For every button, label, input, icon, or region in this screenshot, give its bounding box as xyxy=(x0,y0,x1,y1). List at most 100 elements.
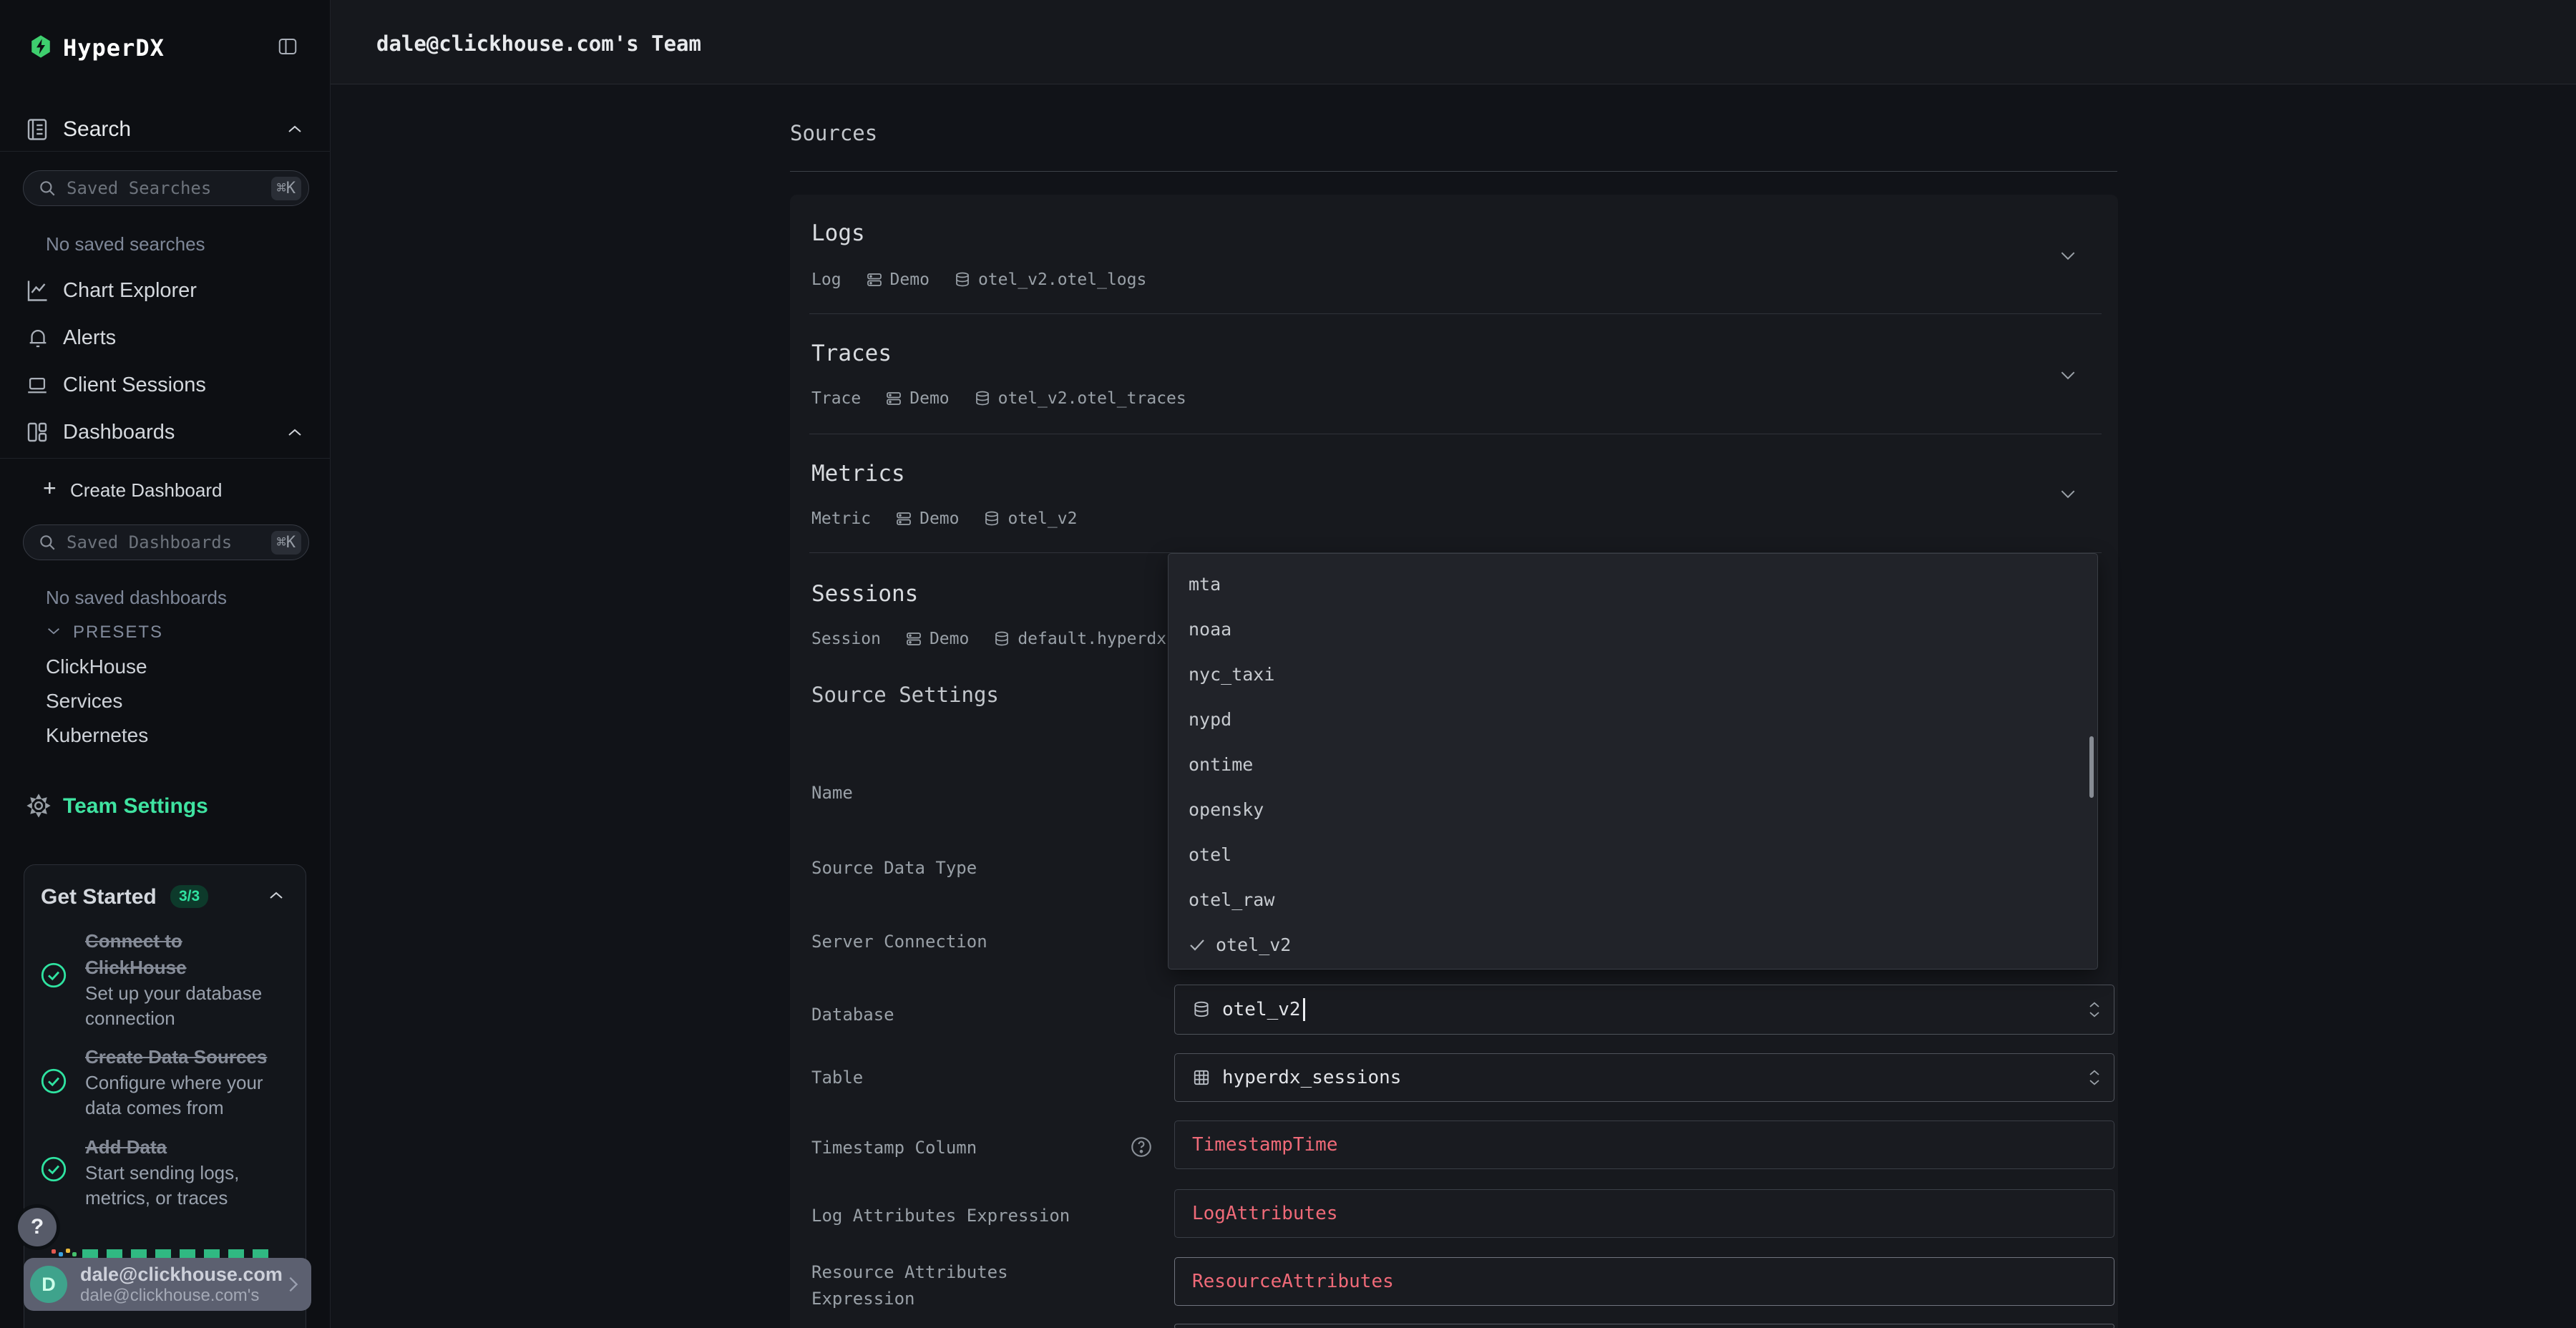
database-icon xyxy=(983,510,1000,527)
onboarding-step[interactable]: Add Data Start sending logs, metrics, or… xyxy=(85,1134,293,1211)
table-label: Table xyxy=(811,1065,1112,1091)
dropdown-option-otel[interactable]: otel xyxy=(1189,841,2069,868)
sidebar-item-client-sessions[interactable]: Client Sessions xyxy=(63,374,206,397)
sidebar-item-team-settings[interactable]: Team Settings xyxy=(63,794,208,819)
timestamp-column-input[interactable]: TimestampTime xyxy=(1174,1120,2114,1169)
connection-chip: Demo xyxy=(895,509,959,528)
no-saved-dashboards-note: No saved dashboards xyxy=(46,587,227,609)
source-meta-row: Metric Demo otel_v2 xyxy=(811,505,1093,532)
alerts-bell-icon xyxy=(26,325,50,351)
expand-logs-chevron-down-icon[interactable] xyxy=(2055,243,2081,268)
search-section-icon xyxy=(24,116,50,143)
log-attributes-expression-input[interactable]: LogAttributes xyxy=(1174,1189,2114,1238)
dropdown-option-ontime[interactable]: ontime xyxy=(1189,751,2069,778)
source-row-title: Metrics xyxy=(811,461,905,487)
dropdown-option-nyc-taxi[interactable]: nyc_taxi xyxy=(1189,660,2069,688)
dropdown-option-opensky[interactable]: opensky xyxy=(1189,796,2069,823)
chart-explorer-icon xyxy=(24,278,50,303)
database-select[interactable]: otel_v2 xyxy=(1174,985,2114,1035)
shortcut-badge: ⌘K xyxy=(271,531,302,555)
resource-attributes-expression-label: Resource Attributes Expression xyxy=(811,1259,1112,1312)
onboarding-step[interactable]: Create Data Sources Configure where your… xyxy=(85,1044,293,1120)
database-icon xyxy=(954,271,971,288)
sidebar-item-clickhouse[interactable]: ClickHouse xyxy=(46,655,147,678)
source-meta-row: Trace Demo otel_v2.otel_traces xyxy=(811,385,1202,412)
expand-metrics-chevron-down-icon[interactable] xyxy=(2055,481,2081,507)
dropdown-option-otel-v2-selected[interactable]: otel_v2 xyxy=(1189,931,2069,958)
source-settings-title: Source Settings xyxy=(811,683,999,707)
step-title: Add Data xyxy=(85,1134,293,1161)
plus-icon: + xyxy=(43,475,57,502)
sidebar-item-dashboards[interactable]: Dashboards xyxy=(63,421,175,444)
database-dropdown: mta noaa nyc_taxi nypd ontime opensky ot… xyxy=(1168,553,2098,970)
connection-chip: Demo xyxy=(885,389,949,408)
help-circle-icon[interactable] xyxy=(1129,1135,1153,1159)
dropdown-option-noaa[interactable]: noaa xyxy=(1189,615,2069,643)
client-sessions-laptop-icon xyxy=(24,374,50,398)
avatar-initial: D xyxy=(42,1274,56,1296)
table-select[interactable]: hyperdx_sessions xyxy=(1174,1053,2114,1102)
dropdown-option-otel-raw[interactable]: otel_raw xyxy=(1189,886,2069,913)
dropdown-scrollbar[interactable] xyxy=(2089,736,2094,798)
source-meta-row: Session Demo default.hyperdx_s xyxy=(811,625,1166,653)
step-title: Create Data Sources xyxy=(85,1044,293,1070)
database-value: otel_v2 xyxy=(1222,999,1301,1020)
dashboards-collapse-chevron-up-icon[interactable] xyxy=(286,426,303,438)
divider xyxy=(0,151,331,152)
saved-searches-input[interactable]: Saved Searches ⌘K xyxy=(23,170,309,206)
avatar: D xyxy=(30,1266,67,1303)
saved-searches-placeholder: Saved Searches xyxy=(67,178,271,198)
dropdown-option-mta[interactable]: mta xyxy=(1189,570,2069,597)
resource-attributes-expression-input[interactable]: ResourceAttributes xyxy=(1174,1257,2114,1306)
connection-name: Demo xyxy=(890,270,930,289)
sidebar-item-services[interactable]: Services xyxy=(46,690,122,713)
onboarding-step[interactable]: Connect to ClickHouse Set up your databa… xyxy=(85,928,278,1031)
main-content: Sources Logs Log Demo otel_v2.otel_logs xyxy=(331,85,2576,1328)
select-stepper-icon[interactable] xyxy=(2088,1001,2101,1019)
sidebar-item-search[interactable]: Search xyxy=(63,117,131,142)
table-chip: otel_v2.otel_traces xyxy=(974,389,1186,408)
confetti-promo-fragment xyxy=(50,1246,293,1258)
source-kind: Metric xyxy=(811,509,871,528)
help-button[interactable]: ? xyxy=(18,1208,57,1246)
database-label: Database xyxy=(811,1002,1112,1028)
hyperdx-app: HyperDX Search Saved Searches ⌘K No save… xyxy=(0,0,2576,1328)
check-circle-icon xyxy=(39,1154,69,1184)
user-email: dale@clickhouse.com xyxy=(80,1263,287,1286)
timestamp-column-value: TimestampTime xyxy=(1192,1134,1338,1156)
get-started-progress-badge: 3/3 xyxy=(170,885,208,908)
server-connection-label: Server Connection xyxy=(811,929,1112,955)
connection-name: Demo xyxy=(930,630,969,648)
expand-traces-chevron-down-icon[interactable] xyxy=(2055,362,2081,388)
presets-chevron-down-icon[interactable] xyxy=(46,625,62,636)
create-dashboard-button[interactable]: Create Dashboard xyxy=(70,479,222,502)
presets-section-label[interactable]: PRESETS xyxy=(73,622,163,643)
step-description: Configure where your data comes from xyxy=(85,1070,277,1120)
get-started-title: Get Started xyxy=(41,885,157,909)
step-title: Connect to ClickHouse xyxy=(85,928,265,981)
select-stepper-icon[interactable] xyxy=(2088,1069,2101,1087)
database-icon xyxy=(1192,1000,1211,1019)
source-row-title: Traces xyxy=(811,341,892,366)
get-started-collapse-chevron-up-icon[interactable] xyxy=(268,889,285,901)
dropdown-option-nypd[interactable]: nypd xyxy=(1189,706,2069,733)
collapse-sidebar-icon[interactable] xyxy=(276,36,299,57)
sidebar-item-kubernetes[interactable]: Kubernetes xyxy=(46,724,148,747)
server-icon xyxy=(905,630,922,648)
table-name: otel_v2 xyxy=(1008,509,1077,528)
next-input-partial[interactable] xyxy=(1174,1324,2114,1328)
log-attributes-expression-label: Log Attributes Expression xyxy=(811,1203,1112,1229)
sidebar-item-alerts[interactable]: Alerts xyxy=(63,326,116,350)
timestamp-column-label: Timestamp Column xyxy=(811,1135,1083,1161)
connection-name: Demo xyxy=(909,389,949,408)
source-row-title: Sessions xyxy=(811,581,918,607)
table-grid-icon xyxy=(1192,1068,1211,1087)
connection-chip: Demo xyxy=(866,270,930,289)
sidebar-item-chart-explorer[interactable]: Chart Explorer xyxy=(63,279,197,303)
help-button-label: ? xyxy=(31,1215,44,1239)
connection-name: Demo xyxy=(919,509,959,528)
saved-dashboards-placeholder: Saved Dashboards xyxy=(67,532,271,552)
search-collapse-chevron-up-icon[interactable] xyxy=(286,123,303,135)
user-menu[interactable]: D dale@clickhouse.com dale@clickhouse.co… xyxy=(24,1258,311,1311)
saved-dashboards-input[interactable]: Saved Dashboards ⌘K xyxy=(23,524,309,560)
